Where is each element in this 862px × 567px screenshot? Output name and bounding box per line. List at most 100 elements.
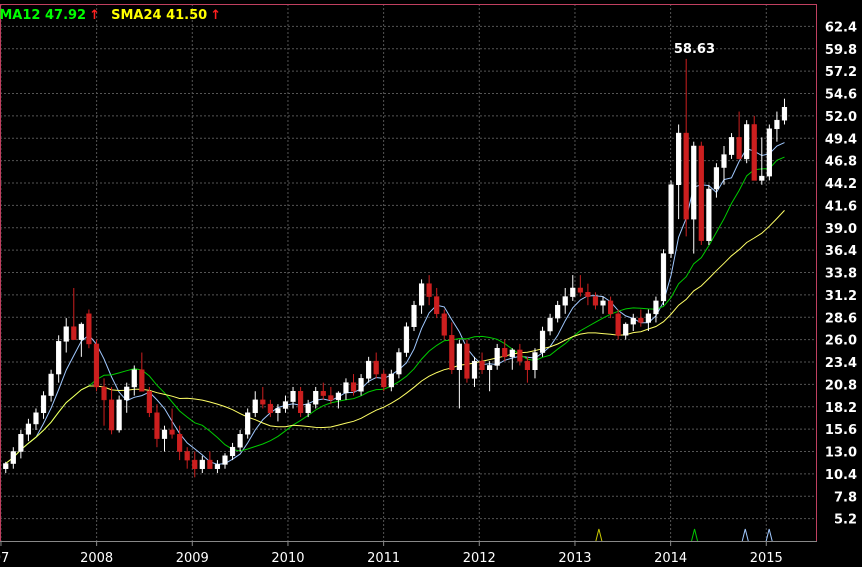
candle-body	[320, 391, 326, 396]
x-tick-label: 07	[0, 551, 9, 566]
candle-body	[214, 464, 221, 469]
y-tick-label: 41.6	[825, 199, 857, 214]
candle-body	[184, 451, 190, 461]
candle-body	[56, 341, 62, 375]
candle-body	[721, 154, 727, 168]
x-tick-label: 2008	[80, 551, 113, 566]
candle-body	[3, 463, 9, 469]
x-axis: 07 2008 2009 2010 2011 2012 2013 2014 2015	[0, 541, 783, 566]
candle-body	[222, 455, 228, 465]
candle-body	[298, 391, 304, 414]
candle-body	[10, 451, 16, 464]
candle-body	[728, 137, 735, 155]
candle-body	[645, 313, 651, 323]
candle-body	[108, 399, 115, 431]
candle-body	[403, 326, 410, 353]
candle-body	[547, 317, 553, 332]
candle-body	[154, 412, 160, 439]
candle-body	[40, 395, 47, 414]
candle-body	[86, 313, 92, 345]
candle-body	[426, 283, 432, 297]
y-tick-label: 52.0	[825, 110, 857, 125]
candle-body	[343, 382, 349, 394]
y-tick-label: 31.2	[825, 289, 857, 304]
candle-body	[660, 253, 667, 302]
y-tick-label: 10.4	[825, 468, 857, 483]
candle-body	[237, 434, 243, 448]
candle-body	[615, 313, 621, 336]
candle-body	[305, 403, 311, 414]
candle-body	[607, 300, 614, 315]
x-tick-label: 2015	[750, 551, 783, 566]
candle-body	[759, 175, 765, 181]
candle-body	[449, 335, 455, 370]
candle-body	[713, 167, 720, 190]
candle-body	[736, 137, 742, 160]
candle-body	[766, 128, 772, 177]
candle-body	[456, 343, 462, 370]
candle-body	[192, 459, 198, 469]
y-tick-label: 18.2	[825, 401, 857, 416]
candle-body	[434, 296, 440, 315]
y-tick-label: 26.0	[825, 334, 857, 349]
volume-spike	[595, 528, 603, 542]
candle-body	[328, 395, 334, 401]
candle-body	[366, 360, 372, 379]
y-tick-label: 23.4	[825, 356, 857, 371]
x-tick-label: 2012	[463, 551, 496, 566]
candle-body	[653, 300, 659, 315]
legend: SMA12 47.92↑SMA24 41.50↑	[0, 8, 221, 23]
candle-body	[63, 326, 69, 342]
candle-body	[313, 391, 319, 405]
candle-body	[487, 365, 493, 370]
candle-body	[585, 292, 591, 297]
grid	[0, 4, 817, 541]
candle-body	[562, 296, 568, 306]
candle-body	[25, 423, 32, 435]
y-tick-label: 46.8	[825, 155, 857, 170]
candle-body	[381, 373, 387, 388]
candle-body	[517, 349, 523, 362]
candle-body	[146, 391, 152, 414]
candle-body	[479, 360, 485, 370]
candle-body	[441, 313, 447, 336]
candle-body	[71, 326, 77, 340]
y-tick-label: 20.8	[825, 378, 857, 393]
candle-body	[199, 459, 205, 469]
volume-spike	[765, 528, 773, 542]
candle-body	[169, 429, 175, 435]
volume-spike	[741, 528, 749, 542]
y-tick-label: 28.6	[825, 311, 857, 326]
candle-body	[630, 317, 636, 325]
legend-up-arrow: ↑	[89, 8, 100, 23]
x-tick-label: 2009	[176, 551, 209, 566]
y-axis: 62.4 59.8 57.2 54.6 52.0 49.4 46.8 44.2 41.6 39.0…	[825, 20, 857, 527]
legend-entry: SMA12 47.92	[0, 8, 86, 23]
candle-body	[33, 412, 39, 425]
candle-body	[124, 386, 130, 401]
candle-body	[600, 300, 606, 306]
y-tick-label: 54.6	[825, 88, 857, 103]
sma-fast-line	[5, 142, 785, 465]
candle-body	[577, 287, 583, 293]
candle-body	[78, 323, 84, 340]
candle-body	[93, 343, 100, 388]
y-tick-label: 36.4	[825, 244, 857, 259]
y-tick-label: 57.2	[825, 65, 857, 80]
candle-body	[683, 132, 689, 220]
y-tick-label: 15.6	[825, 423, 857, 438]
candle-body	[539, 330, 546, 353]
candle-body	[358, 378, 364, 392]
candle-body	[260, 399, 266, 405]
legend-entry: SMA24 41.50	[111, 8, 207, 23]
candle-body	[161, 429, 168, 439]
candle-body	[676, 132, 682, 185]
annotations: 58.63	[674, 42, 715, 57]
candle-body	[668, 184, 674, 254]
candle-body	[335, 392, 341, 401]
y-tick-label: 62.4	[825, 20, 857, 35]
moving-average-lines	[5, 142, 785, 465]
x-tick-label: 2014	[654, 551, 687, 566]
legend-up-arrow: ↑	[210, 8, 221, 23]
y-tick-label: 39.0	[825, 222, 857, 237]
